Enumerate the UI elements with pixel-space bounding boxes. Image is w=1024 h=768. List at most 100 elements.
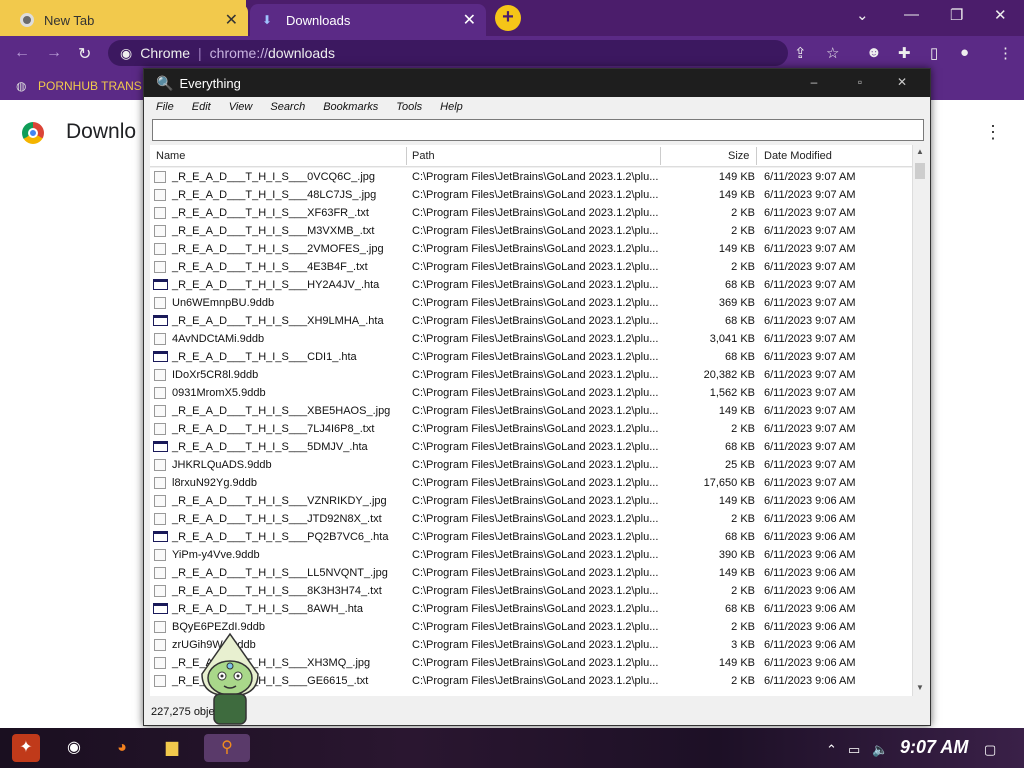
column-date-modified[interactable]: Date Modified (764, 150, 832, 162)
network-icon[interactable]: ▭ (848, 742, 860, 758)
extension-avatar-icon[interactable]: ☻ (866, 44, 882, 61)
table-row[interactable]: _R_E_A_D___T_H_I_S___XBE5HAOS_.jpg C:\Pro… (150, 402, 912, 420)
file-date: 6/11/2023 9:06 AM (764, 495, 856, 507)
close-window-button[interactable]: ✕ (994, 6, 1007, 24)
table-row[interactable]: _R_E_A_D___T_H_I_S___48LC7JS_.jpg C:\Prog… (150, 186, 912, 204)
restore-button[interactable]: ❐ (950, 6, 963, 24)
table-row[interactable]: 4AvNDCtAMi.9ddb C:\Program Files\JetBrain… (150, 330, 912, 348)
side-panel-icon[interactable]: ▯ (930, 44, 938, 62)
file-size: 68 KB (725, 351, 755, 363)
taskbar-clock[interactable]: 9:07 AM (900, 737, 968, 758)
menu-help[interactable]: Help (440, 101, 463, 113)
more-options-icon[interactable]: ⋮ (984, 122, 1002, 143)
notifications-icon[interactable]: ▢ (984, 742, 996, 758)
maximize-button[interactable]: ▫ (842, 73, 878, 93)
table-row[interactable]: _R_E_A_D___T_H_I_S___XH9LMHA_.hta C:\Prog… (150, 312, 912, 330)
table-row[interactable]: IDoXr5CR8l.9ddb C:\Program Files\JetBrain… (150, 366, 912, 384)
tab-downloads[interactable]: ⬇ Downloads ✕ (250, 4, 486, 36)
new-tab-button[interactable]: + (495, 5, 521, 31)
file-path: C:\Program Files\JetBrains\GoLand 2023.1… (412, 639, 659, 651)
scroll-down-icon[interactable]: ▼ (916, 683, 924, 692)
column-name[interactable]: Name (156, 150, 185, 162)
table-row[interactable]: _R_E_A_D___T_H_I_S___HY2A4JV_.hta C:\Prog… (150, 276, 912, 294)
table-row[interactable]: JHKRLQuADS.9ddb C:\Program Files\JetBrain… (150, 456, 912, 474)
address-bar[interactable]: ◉ Chrome | chrome://downloads (108, 40, 788, 66)
tab-search-icon[interactable]: ⌄ (856, 6, 869, 24)
everything-taskbar-icon[interactable]: ⚲ (204, 734, 250, 762)
file-size: 3,041 KB (709, 333, 755, 345)
file-path: C:\Program Files\JetBrains\GoLand 2023.1… (412, 495, 659, 507)
file-size: 25 KB (725, 459, 755, 471)
everything-logo-icon: 🔍 (156, 74, 174, 91)
table-row[interactable]: _R_E_A_D___T_H_I_S___2VMOFES_.jpg C:\Prog… (150, 240, 912, 258)
chrome-taskbar-icon[interactable]: ◉ (60, 734, 88, 762)
bookmark-item[interactable]: PORNHUB TRANS (38, 79, 142, 93)
table-row[interactable]: _R_E_A_D___T_H_I_S___CDI1_.hta C:\Program… (150, 348, 912, 366)
menu-search[interactable]: Search (270, 101, 305, 113)
menu-edit[interactable]: Edit (192, 101, 211, 113)
table-row[interactable]: _R_E_A_D___T_H_I_S___4E3B4F_.txt C:\Progr… (150, 258, 912, 276)
reload-button[interactable]: ↻ (78, 44, 91, 64)
column-path[interactable]: Path (412, 150, 435, 162)
file-path: C:\Program Files\JetBrains\GoLand 2023.1… (412, 207, 659, 219)
table-row[interactable]: _R_E_A_D___T_H_I_S___VZNRIKDY_.jpg C:\Pro… (150, 492, 912, 510)
file-explorer-taskbar-icon[interactable]: ▆ (158, 734, 186, 762)
puzzle-icon[interactable]: ✚ (898, 44, 911, 62)
scrollbar[interactable]: ▲ ▼ (912, 145, 926, 696)
profile-avatar[interactable]: ● (960, 44, 969, 61)
column-size[interactable]: Size (728, 150, 749, 162)
table-row[interactable]: _R_E_A_D___T_H_I_S___PQ2B7VC6_.hta C:\Pro… (150, 528, 912, 546)
menu-tools[interactable]: Tools (396, 101, 422, 113)
close-icon[interactable]: ✕ (225, 10, 238, 30)
search-box[interactable] (152, 119, 924, 141)
menu-view[interactable]: View (229, 101, 253, 113)
share-icon[interactable]: ⇪ (794, 44, 807, 62)
search-input[interactable] (153, 120, 923, 140)
table-row[interactable]: _R_E_A_D___T_H_I_S___0VCQ6C_.jpg C:\Progr… (150, 168, 912, 186)
file-name: _R_E_A_D___T_H_I_S___XF63FR_.txt (172, 207, 369, 219)
scroll-up-icon[interactable]: ▲ (916, 147, 924, 156)
close-icon[interactable]: ✕ (463, 10, 476, 30)
table-row[interactable]: _R_E_A_D___T_H_I_S___8AWH_.hta C:\Program… (150, 600, 912, 618)
file-size: 149 KB (718, 405, 755, 417)
start-button[interactable]: ✦ (12, 734, 40, 762)
text-file-icon (154, 261, 166, 273)
file-date: 6/11/2023 9:07 AM (764, 315, 856, 327)
tray-overflow-icon[interactable]: ⌃ (826, 742, 837, 758)
file-path: C:\Program Files\JetBrains\GoLand 2023.1… (412, 585, 659, 597)
minimize-button[interactable]: – (796, 73, 832, 93)
tab-new-tab[interactable]: New Tab ✕ (8, 4, 248, 36)
table-row[interactable]: _R_E_A_D___T_H_I_S___LL5NVQNT_.jpg C:\Pro… (150, 564, 912, 582)
menu-bookmarks[interactable]: Bookmarks (323, 101, 378, 113)
minimize-button[interactable]: — (904, 6, 919, 23)
table-row[interactable]: l8rxuN92Yg.9ddb C:\Program Files\JetBrain… (150, 474, 912, 492)
file-date: 6/11/2023 9:07 AM (764, 297, 856, 309)
table-row[interactable]: Un6WEmnpBU.9ddb C:\Program Files\JetBrain… (150, 294, 912, 312)
star-icon[interactable]: ☆ (826, 44, 839, 62)
file-date: 6/11/2023 9:06 AM (764, 639, 856, 651)
menu-icon[interactable]: ⋮ (998, 44, 1013, 62)
table-row[interactable]: _R_E_A_D___T_H_I_S___JTD92N8X_.txt C:\Pro… (150, 510, 912, 528)
scrollbar-thumb[interactable] (915, 163, 925, 179)
page-title: Downlo (66, 120, 137, 143)
firefox-taskbar-icon[interactable]: ◕ (108, 734, 136, 762)
file-date: 6/11/2023 9:06 AM (764, 657, 856, 669)
file-name: _R_E_A_D___T_H_I_S___JTD92N8X_.txt (172, 513, 382, 525)
menu-file[interactable]: File (156, 101, 174, 113)
omnibox-separator: | (198, 45, 202, 61)
table-row[interactable]: 0931MromX5.9ddb C:\Program Files\JetBrain… (150, 384, 912, 402)
table-row[interactable]: _R_E_A_D___T_H_I_S___5DMJV_.hta C:\Progra… (150, 438, 912, 456)
table-row[interactable]: _R_E_A_D___T_H_I_S___7LJ4I6P8_.txt C:\Pro… (150, 420, 912, 438)
back-button[interactable]: ← (14, 44, 30, 62)
hta-file-icon (153, 603, 168, 614)
text-file-icon (154, 225, 166, 237)
table-row[interactable]: _R_E_A_D___T_H_I_S___XF63FR_.txt C:\Progr… (150, 204, 912, 222)
file-name: _R_E_A_D___T_H_I_S___VZNRIKDY_.jpg (172, 495, 387, 507)
volume-icon[interactable]: 🔈 (872, 742, 888, 758)
file-path: C:\Program Files\JetBrains\GoLand 2023.1… (412, 315, 659, 327)
forward-button[interactable]: → (46, 44, 62, 62)
table-row[interactable]: YiPm-y4Vve.9ddb C:\Program Files\JetBrain… (150, 546, 912, 564)
table-row[interactable]: _R_E_A_D___T_H_I_S___M3VXMB_.txt C:\Progr… (150, 222, 912, 240)
close-button[interactable]: ✕ (884, 73, 920, 93)
table-row[interactable]: _R_E_A_D___T_H_I_S___8K3H3H74_.txt C:\Pro… (150, 582, 912, 600)
